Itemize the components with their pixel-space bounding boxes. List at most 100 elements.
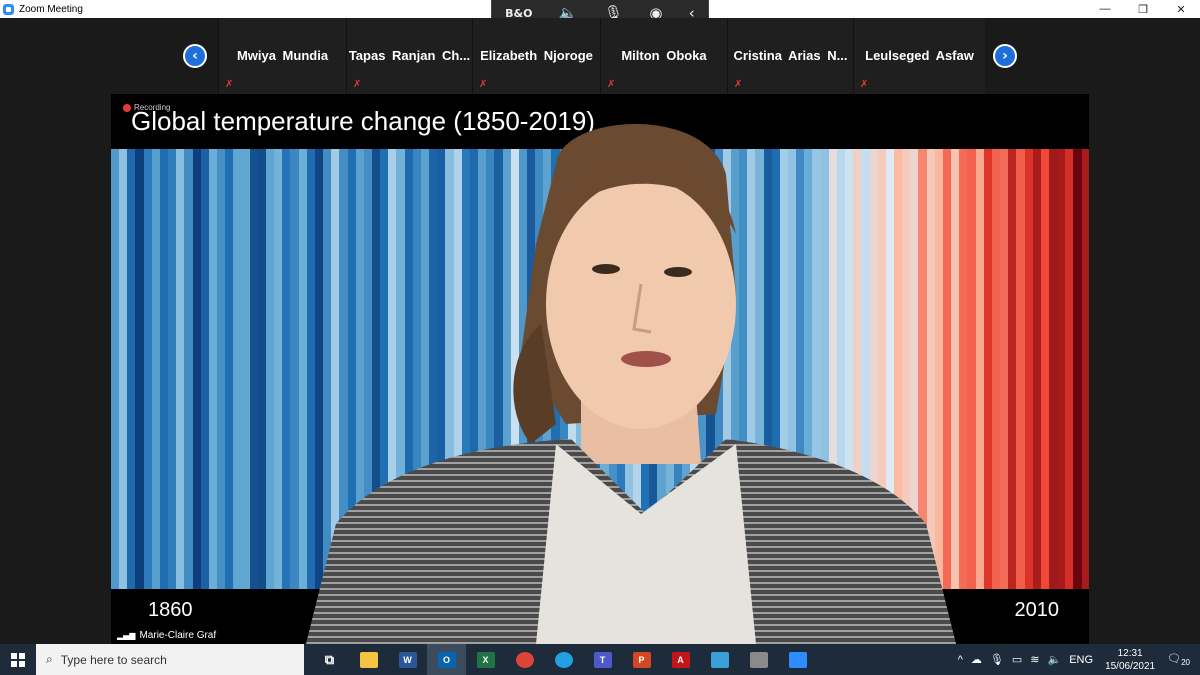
taskbar-app-word[interactable]: W — [388, 644, 427, 675]
warming-stripe — [1065, 149, 1074, 589]
warming-stripe — [143, 149, 152, 589]
zoom-app-icon — [3, 3, 14, 15]
warming-stripe — [265, 149, 275, 589]
file-explorer-icon — [359, 651, 378, 668]
outlook-icon: O — [437, 651, 456, 668]
warming-stripe — [168, 149, 177, 589]
taskbar-app-chrome[interactable] — [505, 644, 544, 675]
notification-center-button[interactable]: 🗨20 — [1167, 652, 1190, 667]
battery-icon[interactable]: ▭ — [1012, 653, 1022, 666]
warming-stripe — [991, 149, 1001, 589]
muted-mic-icon: ✗ — [479, 79, 488, 90]
window-title: Zoom Meeting — [19, 3, 83, 15]
taskbar-app-outlook[interactable]: O — [427, 644, 466, 675]
warming-stripe — [975, 149, 984, 589]
taskbar-app-edge[interactable] — [544, 644, 583, 675]
year-label-end: 2010 — [1014, 599, 1060, 621]
muted-mic-icon: ✗ — [734, 79, 743, 90]
participant-tile[interactable]: Cristina Arias N... ✗ — [727, 18, 853, 94]
taskbar-search-box[interactable]: ⌕ Type here to search — [36, 644, 304, 675]
taskbar-app-photos[interactable] — [700, 644, 739, 675]
speaker-name-tag: ▂▄▆ Marie-Claire Graf — [111, 627, 223, 644]
taskbar-app-powerpoint[interactable]: P — [622, 644, 661, 675]
participant-tile[interactable]: Elizabeth Njoroge ✗ — [472, 18, 600, 94]
warming-stripe — [184, 149, 193, 589]
taskbar-app-acrobat[interactable]: A — [661, 644, 700, 675]
clock-time: 12:31 — [1117, 647, 1143, 659]
participant-strip: ‹ Mwiya Mundia ✗ Tapas Ranjan Ch... ✗ El… — [0, 18, 1200, 94]
warming-stripe — [249, 149, 258, 589]
language-indicator[interactable]: ENG — [1069, 654, 1093, 666]
search-placeholder: Type here to search — [60, 652, 167, 667]
warming-stripe — [983, 149, 992, 589]
taskbar-app-file-explorer[interactable] — [349, 644, 388, 675]
edge-icon — [554, 651, 573, 668]
taskbar-app-zoom[interactable] — [778, 644, 817, 675]
task-view-icon: ⧉ — [324, 651, 335, 667]
warming-stripe — [127, 149, 136, 589]
powerpoint-icon: P — [632, 651, 651, 668]
paint-icon — [749, 651, 768, 668]
taskbar-app-excel[interactable]: X — [466, 644, 505, 675]
warming-stripe — [208, 149, 218, 589]
muted-mic-icon: ✗ — [860, 79, 869, 90]
start-button[interactable] — [0, 644, 36, 675]
warming-stripe — [290, 149, 299, 589]
warming-stripe — [225, 149, 234, 589]
volume-icon[interactable]: 🔈 — [1048, 653, 1062, 666]
warming-stripe — [274, 149, 283, 589]
warming-stripe — [1057, 149, 1066, 589]
participant-tile[interactable]: Tapas Ranjan Ch... ✗ — [346, 18, 472, 94]
warming-stripe — [1016, 149, 1025, 589]
warming-stripe — [1024, 149, 1033, 589]
chrome-icon — [515, 651, 534, 668]
participant-tile[interactable]: Mwiya Mundia ✗ — [218, 18, 346, 94]
participant-tile[interactable]: Leulseged Asfaw ✗ — [853, 18, 985, 94]
participant-name: Mwiya Mundia — [236, 48, 329, 63]
warming-stripe — [135, 149, 144, 589]
warming-stripe — [1032, 149, 1041, 589]
participant-name: Milton Oboka — [621, 48, 707, 63]
microphone-tray-icon[interactable]: 🎙 — [990, 653, 1004, 666]
minimize-button[interactable]: — — [1086, 0, 1124, 18]
warming-stripe — [967, 149, 976, 589]
prev-page-button[interactable]: ‹ — [183, 44, 207, 68]
clock[interactable]: 12:31 15/06/2021 — [1105, 647, 1155, 673]
warming-stripe — [151, 149, 160, 589]
warming-stripe — [176, 149, 185, 589]
taskbar-app-paint[interactable] — [739, 644, 778, 675]
warming-stripe — [111, 149, 120, 589]
participant-tile[interactable]: Milton Oboka ✗ — [600, 18, 727, 94]
speaker-person — [306, 124, 956, 644]
wifi-icon[interactable]: ≋ — [1030, 653, 1039, 666]
windows-logo-icon — [11, 652, 25, 667]
warming-stripe — [192, 149, 201, 589]
taskbar-app-task-view[interactable]: ⧉ — [310, 644, 349, 675]
warming-stripe — [1040, 149, 1049, 589]
warming-stripe — [241, 149, 250, 589]
photos-icon — [710, 651, 729, 668]
warming-stripe — [1048, 149, 1058, 589]
warming-stripe — [282, 149, 291, 589]
participant-name: Elizabeth Njoroge — [480, 48, 593, 63]
participant-name: Cristina Arias N... — [733, 48, 848, 63]
next-page-button[interactable]: › — [993, 44, 1017, 68]
acrobat-icon: A — [671, 651, 690, 668]
restore-button[interactable]: ❐ — [1124, 0, 1162, 18]
onedrive-icon[interactable]: ☁ — [971, 653, 982, 666]
warming-stripe — [159, 149, 169, 589]
warming-stripe — [119, 149, 128, 589]
warming-stripe — [1000, 149, 1009, 589]
warming-stripe — [233, 149, 242, 589]
participant-name: Tapas Ranjan Ch... — [348, 48, 471, 63]
warming-stripe — [217, 149, 226, 589]
active-speaker-video[interactable]: Recording Global temperature change (185… — [111, 94, 1089, 644]
warming-stripe — [1081, 149, 1089, 589]
close-button[interactable]: ✕ — [1162, 0, 1200, 18]
taskbar-app-teams[interactable]: T — [583, 644, 622, 675]
search-icon: ⌕ — [46, 652, 53, 666]
speaker-name: Marie-Claire Graf — [139, 630, 217, 641]
warming-stripe — [200, 149, 209, 589]
warming-stripe — [959, 149, 968, 589]
tray-chevron-icon[interactable]: ^ — [958, 654, 963, 666]
